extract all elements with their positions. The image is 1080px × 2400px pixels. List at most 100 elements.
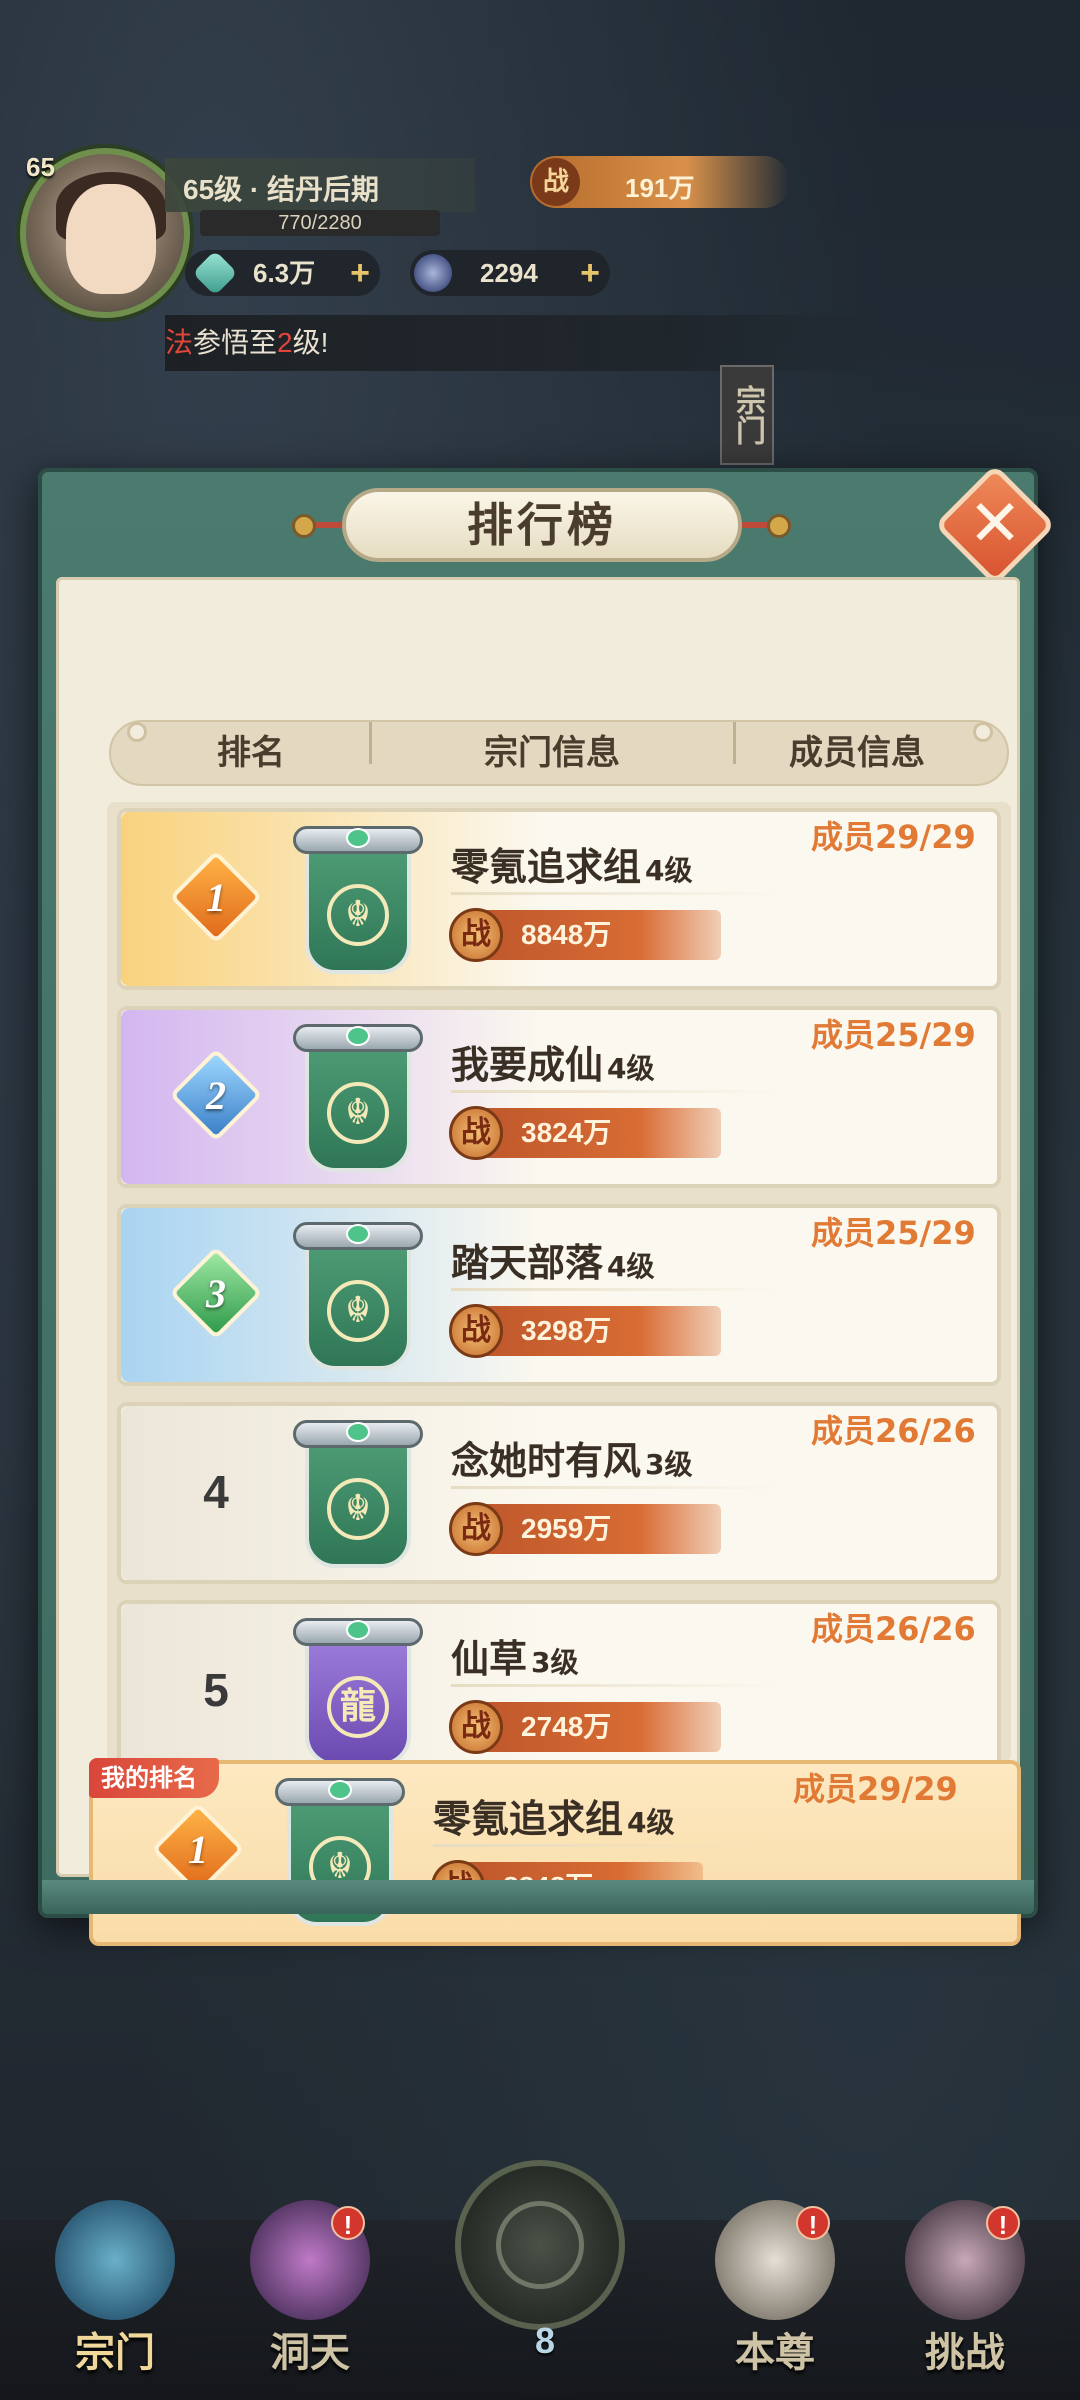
ranking-list[interactable]: 1 ☬ 零氪追求组 4级 战 8848万 成员29/29 2 ☬ 我要成仙 4级… [107, 802, 1011, 1762]
sect-level: 3级 [531, 1646, 579, 1679]
sect-level: 4级 [627, 1806, 675, 1839]
sect-name-text: 我要成仙 [451, 1043, 604, 1087]
header-dot-right [973, 722, 993, 742]
nav-sect[interactable]: 宗门 [30, 2200, 200, 2390]
combat-power-icon: 战 [449, 1502, 503, 1556]
sect-level: 4级 [607, 1250, 655, 1283]
sect-name: 仙草 3级 [451, 1628, 579, 1683]
member-count: 成员26/26 [811, 1412, 976, 1450]
table-header: 排名 宗门信息 成员信息 [109, 720, 1009, 786]
combat-power-icon: 战 [449, 1304, 503, 1358]
rank-number: 2 [206, 1073, 226, 1118]
sect-power: 战 2959万 [449, 1502, 721, 1556]
sect-level: 4级 [607, 1052, 655, 1085]
notice-level: 2 [277, 327, 293, 358]
combat-power-icon: 战 [449, 1700, 503, 1754]
header-sect-info: 宗门信息 [484, 733, 620, 773]
rank-number: 4 [203, 1466, 229, 1518]
notification-badge: ! [331, 2206, 365, 2240]
header-divider [369, 722, 372, 764]
divider [451, 1486, 781, 1489]
rank-number: 5 [203, 1664, 229, 1716]
modal-title: 排行榜 [342, 488, 742, 562]
sect-power-value: 3298万 [521, 1315, 612, 1346]
my-ranking-row[interactable]: 1 ☬ 零氪追求组4级 战8848万 成员29/29 我的排名 [89, 1758, 1021, 1946]
member-count: 成员25/29 [811, 1214, 976, 1252]
trident-emblem-icon: ☬ [327, 1280, 389, 1342]
sect-name-text: 零氪追求组 [433, 1797, 624, 1841]
notification-badge: ! [986, 2206, 1020, 2240]
combat-power-value: 191万 [625, 173, 695, 203]
notice-prefix: 法 [165, 327, 194, 358]
member-count: 成员29/29 [811, 818, 976, 856]
nav-center-count: 8 [534, 2320, 556, 2361]
currency-spirit-value: 2294 [480, 258, 538, 288]
sect-power: 战 8848万 [449, 908, 721, 962]
banner-gem [328, 1780, 352, 1800]
divider [451, 892, 781, 895]
sect-power-value: 3824万 [521, 1117, 612, 1148]
ranking-row[interactable]: 2 ☬ 我要成仙 4级 战 3824万 成员25/29 [117, 1006, 1001, 1188]
divider [433, 1844, 763, 1847]
combat-power-display[interactable]: 战 191万 [530, 156, 790, 208]
header-member-info: 成员信息 [789, 733, 925, 773]
close-icon[interactable]: ✕ [952, 482, 1038, 568]
nav-cave[interactable]: ! 洞天 [225, 2200, 395, 2390]
avatar-face [66, 184, 156, 294]
exp-text: 770/2280 [278, 212, 362, 234]
ranking-row[interactable]: 3 ☬ 踏天部落 4级 战 3298万 成员25/29 [117, 1204, 1001, 1386]
ranking-row[interactable]: 4 ☬ 念她时有风 3级 战 2959万 成员26/26 [117, 1402, 1001, 1584]
dragon-emblem-icon: 龍 [327, 1676, 389, 1738]
ranking-row[interactable]: 5 龍 仙草 3级 战 2748万 成员26/26 [117, 1600, 1001, 1762]
sect-name: 我要成仙 4级 [451, 1034, 655, 1089]
header-divider [733, 722, 736, 764]
sect-power: 战 3298万 [449, 1304, 721, 1358]
sect-level: 3级 [645, 1448, 693, 1481]
add-gem-icon[interactable]: + [350, 250, 370, 296]
nav-challenge-label: 挑战 [925, 2330, 1005, 2376]
trident-emblem-icon: ☬ [327, 884, 389, 946]
combat-power-icon: 战 [532, 158, 580, 206]
combat-power-icon: 战 [449, 908, 503, 962]
sect-hall-tag[interactable]: 宗门 [720, 365, 774, 465]
notice-mid: 参悟至 [193, 327, 278, 358]
title-knot-left [292, 514, 316, 538]
banner-gem [346, 1026, 370, 1046]
sect-name-text: 仙草 [451, 1637, 528, 1681]
sect-name-text: 零氪追求组 [451, 845, 642, 889]
currency-gem[interactable]: 6.3万 + [185, 250, 380, 296]
avatar-level-badge: 65 [26, 152, 55, 182]
sect-name-text: 踏天部落 [451, 1241, 604, 1285]
nav-self-label: 本尊 [735, 2330, 815, 2376]
nav-center-compass[interactable] [455, 2160, 625, 2330]
spirit-orb-icon [414, 254, 452, 292]
sect-power: 战 2748万 [449, 1700, 721, 1754]
banner-gem [346, 1224, 370, 1244]
rank-number: 3 [206, 1271, 226, 1316]
sect-name: 零氪追求组 4级 [451, 836, 693, 891]
header-rank: 排名 [217, 733, 285, 773]
divider [451, 1684, 781, 1687]
modal-footer [42, 1880, 1034, 1914]
compass-icon [496, 2201, 584, 2289]
member-count: 成员26/26 [811, 1610, 976, 1648]
nav-challenge[interactable]: ! 挑战 [880, 2200, 1050, 2390]
ranking-row[interactable]: 1 ☬ 零氪追求组 4级 战 8848万 成员29/29 [117, 808, 1001, 990]
sect-banner-icon: ☬ [293, 826, 423, 976]
combat-power-icon: 战 [449, 1106, 503, 1160]
sect-power-value: 2959万 [521, 1513, 612, 1544]
title-knot-right [767, 514, 791, 538]
player-title: 65级 · 结丹后期 [165, 158, 475, 212]
banner-gem [346, 1620, 370, 1640]
add-spirit-icon[interactable]: + [580, 250, 600, 296]
sect-banner-icon: ☬ [293, 1420, 423, 1570]
currency-spirit[interactable]: 2294 + [410, 250, 610, 296]
header-dot-left [127, 722, 147, 742]
nav-self[interactable]: ! 本尊 [690, 2200, 860, 2390]
banner-gem [346, 1422, 370, 1442]
currency-gem-value: 6.3万 [253, 258, 316, 288]
notice-suffix: 级! [292, 327, 329, 358]
modal-body: 排名 宗门信息 成员信息 1 ☬ 零氪追求组 4级 战 8848万 成员29/2… [56, 577, 1021, 1946]
nav-sect-label: 宗门 [75, 2330, 155, 2376]
trident-emblem-icon: ☬ [327, 1478, 389, 1540]
